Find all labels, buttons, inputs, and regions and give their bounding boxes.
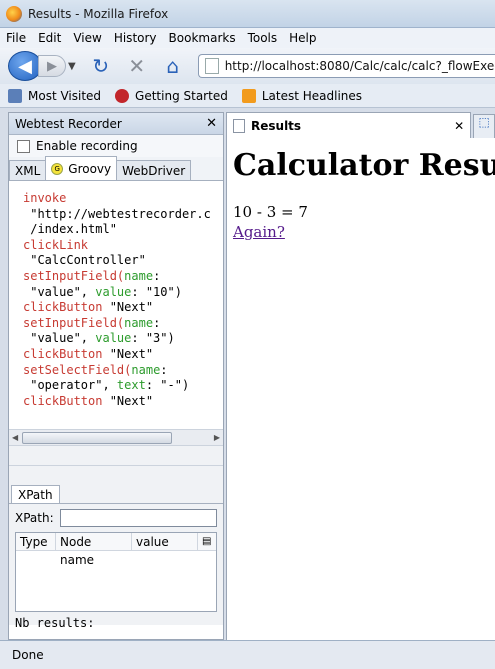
bookmark-getting-started[interactable]: Getting Started [115, 88, 228, 103]
menu-tools[interactable]: Tools [248, 31, 278, 45]
tab-xpath[interactable]: XPath [11, 485, 60, 503]
url-text: http://localhost:8080/Calc/calc/calc?_fl… [224, 59, 495, 73]
webtest-recorder-sidebar: Webtest Recorder ✕ Enable recording XML … [8, 112, 224, 640]
xpath-input[interactable] [59, 509, 217, 527]
menu-bar: File Edit View History Bookmarks Tools H… [0, 28, 495, 48]
menu-file[interactable]: File [6, 31, 26, 45]
page-icon [233, 118, 245, 133]
close-tab-icon[interactable]: ✕ [454, 119, 464, 133]
menu-view[interactable]: View [73, 31, 101, 45]
nb-results: Nb results: [15, 616, 95, 630]
format-tabs: XML G Groovy WebDriver [9, 156, 223, 181]
tab-label: WebDriver [122, 163, 186, 178]
menu-bookmarks[interactable]: Bookmarks [169, 31, 236, 45]
window-titlebar: Results - Mozilla Firefox [0, 0, 495, 28]
calculation-result: 10 - 3 = 7 [233, 203, 308, 221]
sidebar-header: Webtest Recorder ✕ [9, 113, 223, 135]
tab-xml[interactable]: XML [9, 160, 47, 180]
home-icon[interactable]: ⌂ [162, 54, 184, 78]
scroll-left-icon[interactable]: ◀ [12, 433, 18, 442]
scroll-right-icon[interactable]: ▶ [214, 433, 220, 442]
code-line: setInputField(name: [23, 315, 161, 330]
scrollbar-thumb[interactable] [22, 431, 173, 444]
column-node-name[interactable]: Node name [56, 532, 132, 567]
results-table: Type Node name value ▤ [15, 532, 217, 612]
back-button[interactable]: ◀ [8, 51, 42, 81]
menu-help[interactable]: Help [289, 31, 316, 45]
page-content: Calculator Results 10 - 3 = 7 Again? [226, 138, 495, 640]
groovy-icon: G [51, 162, 64, 175]
again-link[interactable]: Again? [233, 223, 285, 241]
back-arrow-icon: ◀ [18, 55, 32, 77]
code-line: "CalcController" [23, 253, 146, 268]
column-type[interactable]: Type [16, 532, 56, 551]
navigation-toolbar: ◀ ▶ ▼ ↻ ✕ ⌂ http://localhost:8080/Calc/c… [0, 48, 495, 84]
status-text: Done [12, 648, 44, 662]
code-line: invoke [23, 191, 67, 205]
bookmarks-folder-icon [8, 88, 22, 103]
history-dropdown-icon[interactable]: ▼ [68, 61, 76, 72]
firefox-icon [6, 5, 22, 22]
menu-history[interactable]: History [114, 31, 157, 45]
column-picker-icon[interactable]: ▤ [198, 533, 215, 551]
enable-recording-checkbox[interactable] [17, 139, 30, 153]
xpath-tabs: XPath [9, 485, 223, 503]
column-value[interactable]: value [132, 532, 198, 551]
window-title: Results - Mozilla Firefox [28, 6, 169, 21]
xpath-row: XPath: [15, 508, 217, 528]
code-area[interactable]: invoke "http://webtestrecorder.c /index.… [9, 181, 223, 429]
tab-title: Results [251, 118, 302, 133]
tab-label: XML [15, 163, 41, 178]
horizontal-scrollbar[interactable]: ◀ ▶ [9, 429, 223, 445]
menu-edit[interactable]: Edit [38, 31, 61, 45]
panel-divider [9, 445, 223, 465]
tab-results[interactable]: Results ✕ [226, 112, 472, 138]
forward-arrow-icon: ▶ [47, 58, 57, 74]
code-line: clickLink [23, 237, 89, 252]
code-line: clickButton "Next" [23, 393, 154, 408]
code-line: clickButton "Next" [23, 346, 154, 361]
content-tab-strip: Results ✕ ⬚ [226, 112, 495, 138]
forward-button[interactable]: ▶ [38, 55, 66, 77]
bookmark-label: Latest Headlines [261, 88, 363, 103]
panel-divider [9, 465, 223, 485]
tab-label: Groovy [68, 161, 112, 176]
enable-recording-row: Enable recording [9, 135, 223, 157]
reload-icon[interactable]: ↻ [90, 54, 112, 78]
results-table-header: Type Node name value ▤ [16, 532, 216, 567]
tab-groovy[interactable]: G Groovy [45, 156, 118, 180]
url-bar[interactable]: http://localhost:8080/Calc/calc/calc?_fl… [197, 54, 495, 78]
code-line: "value", value: "10") [23, 284, 182, 299]
code-line: /index.html" [23, 222, 117, 237]
page-heading: Calculator Results [233, 148, 495, 183]
code-line: setSelectField(name: [23, 362, 168, 377]
sidebar-title: Webtest Recorder [15, 116, 122, 131]
status-bar: Done [0, 640, 495, 669]
code-line: "http://webtestrecorder.c [23, 206, 211, 221]
bookmark-label: Most Visited [28, 88, 102, 103]
rss-icon [241, 88, 256, 103]
code-line: setInputField(name: [23, 268, 161, 283]
tab-webdriver[interactable]: WebDriver [116, 160, 192, 180]
code-line: "operator", text: "-") [23, 378, 190, 393]
page-icon [204, 58, 219, 74]
enable-recording-label[interactable]: Enable recording [36, 139, 138, 153]
code-line: clickButton "Next" [23, 300, 154, 315]
firefox-red-icon [115, 88, 130, 103]
new-tab-icon[interactable]: ⬚ [473, 114, 495, 138]
close-icon[interactable]: ✕ [206, 116, 217, 131]
xpath-panel: XPath: Type Node name value ▤ Nb results… [9, 503, 223, 630]
code-line: "value", value: "3") [23, 331, 175, 346]
tab-label: XPath [18, 487, 53, 502]
xpath-label: XPath: [15, 511, 54, 525]
bookmark-latest-headlines[interactable]: Latest Headlines [241, 88, 363, 103]
stop-icon[interactable]: ✕ [126, 54, 148, 78]
bookmark-most-visited[interactable]: Most Visited [8, 88, 102, 103]
bookmarks-toolbar: Most Visited Getting Started Latest Head… [0, 84, 495, 108]
bookmark-label: Getting Started [135, 88, 228, 103]
